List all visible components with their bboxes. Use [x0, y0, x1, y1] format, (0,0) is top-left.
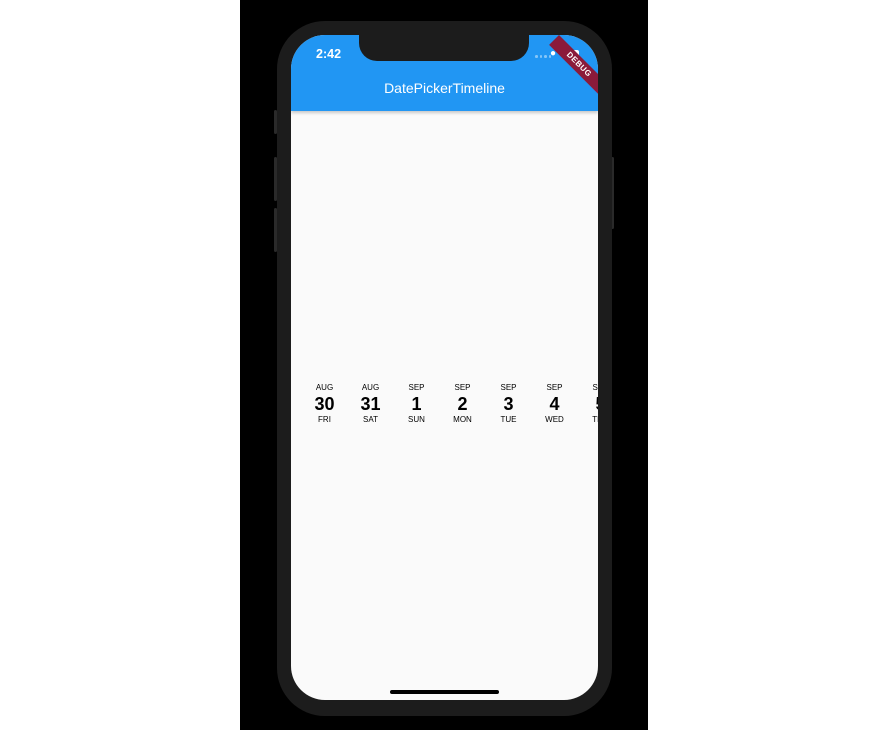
date-item[interactable]: SEP 5 THU [577, 383, 598, 425]
signal-icon [535, 55, 551, 58]
date-item[interactable]: SEP 2 MON [439, 383, 486, 425]
date-month: AUG [315, 383, 334, 392]
date-weekday: TUE [500, 415, 517, 424]
date-month: SEP [500, 383, 517, 392]
page-title: DatePickerTimeline [384, 80, 505, 96]
date-day: 3 [503, 394, 514, 414]
date-day: 31 [360, 394, 381, 414]
date-month: SEP [592, 383, 598, 392]
date-day: 2 [457, 394, 468, 414]
date-day: 4 [549, 394, 560, 414]
status-time: 2:42 [316, 47, 342, 61]
date-weekday: MON [453, 415, 472, 424]
date-month: SEP [454, 383, 471, 392]
date-timeline[interactable]: AUG 30 FRI AUG 31 SAT SEP 1 SUN SEP 2 MO… [301, 383, 598, 425]
date-day: 30 [314, 394, 335, 414]
date-item[interactable]: SEP 3 TUE [485, 383, 532, 425]
phone-screen: 2:42 ● DatePickerTimeline DEBUG AUG 30 F… [291, 35, 598, 700]
date-item[interactable]: AUG 31 SAT [347, 383, 394, 425]
date-item[interactable]: SEP 4 WED [531, 383, 578, 425]
date-day: 5 [577, 393, 598, 415]
notch [359, 35, 529, 61]
date-item[interactable]: SEP 1 SUN [393, 383, 440, 425]
date-day: 1 [411, 394, 422, 414]
date-weekday: THU [592, 415, 598, 424]
date-month: AUG [361, 383, 380, 392]
date-weekday: SUN [408, 415, 425, 424]
date-item[interactable]: AUG 30 FRI [301, 383, 348, 425]
date-weekday: WED [545, 415, 564, 424]
home-indicator[interactable] [390, 690, 499, 694]
date-month: SEP [546, 383, 563, 392]
date-weekday: FRI [318, 415, 331, 424]
date-weekday: SAT [363, 415, 378, 424]
date-month: SEP [408, 383, 425, 392]
